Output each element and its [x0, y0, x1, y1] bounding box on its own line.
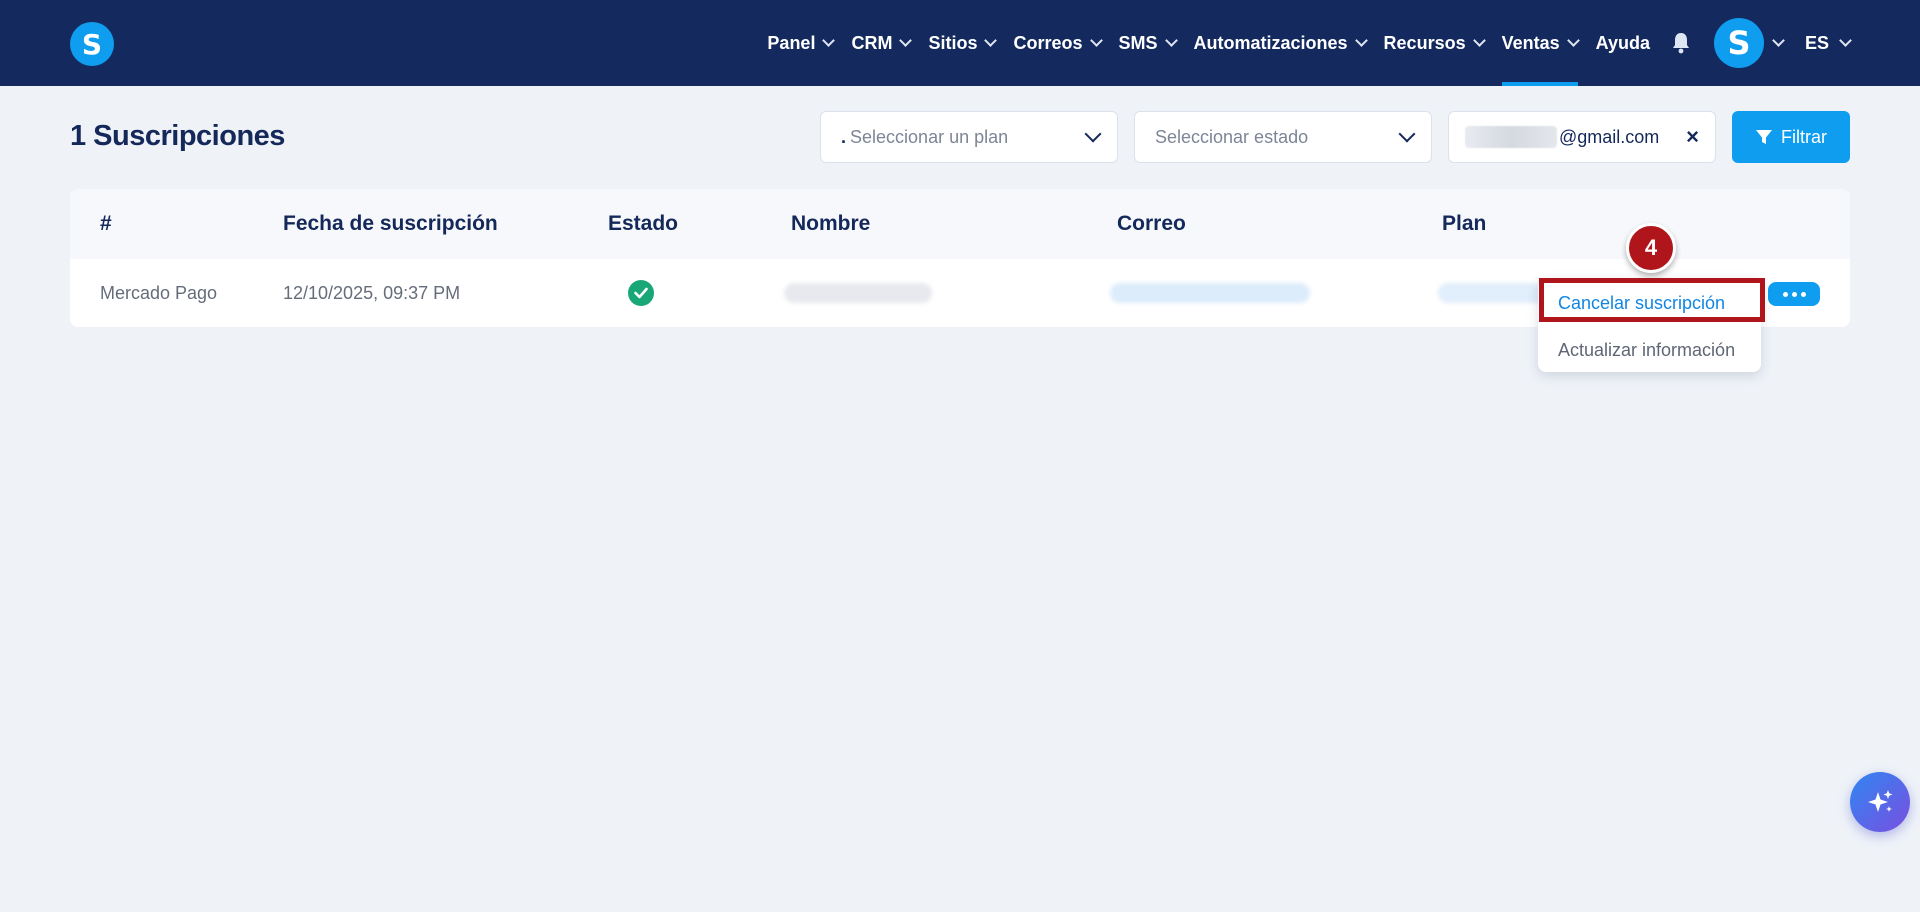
chevron-down-icon [1472, 34, 1486, 47]
column-header-id: # [100, 212, 112, 235]
table-header: # Fecha de suscripción Estado Nombre Cor… [70, 189, 1850, 259]
check-circle-icon [628, 280, 654, 306]
nav-item-ayuda[interactable]: Ayuda [1596, 0, 1650, 86]
nav-label: Automatizaciones [1193, 32, 1348, 53]
state-select-placeholder: Seleccionar estado [1155, 126, 1309, 147]
chevron-down-icon [1354, 34, 1368, 47]
page-title: 1 Suscripciones [70, 120, 285, 152]
avatar-letter: S [1727, 24, 1751, 62]
nav-item-sms[interactable]: SMS [1118, 0, 1178, 86]
nav-item-crm[interactable]: CRM [851, 0, 913, 86]
nav-label: Recursos [1383, 32, 1466, 53]
cell-name [784, 259, 932, 327]
plan-select[interactable]: . Seleccionar un plan [820, 111, 1118, 163]
top-navbar: S Panel CRM Sitios Correos SMS Automatiz… [0, 0, 1920, 86]
plan-select-placeholder: Seleccionar un plan [850, 126, 1009, 147]
chevron-down-icon [1839, 34, 1852, 47]
nav-label: Sitios [928, 32, 978, 53]
row-actions-menu: Cancelar suscripción Actualizar informac… [1538, 278, 1761, 372]
nav-label: Ventas [1501, 32, 1560, 53]
language-label: ES [1804, 32, 1829, 53]
chevron-down-icon [984, 34, 998, 47]
chevron-down-icon [1772, 34, 1785, 47]
nav-item-sitios[interactable]: Sitios [928, 0, 998, 86]
filter-button-label: Filtrar [1781, 126, 1827, 147]
chevron-down-icon [1084, 125, 1102, 143]
nav-label: Panel [767, 32, 816, 53]
filter-icon [1756, 130, 1772, 144]
nav-item-panel[interactable]: Panel [767, 0, 836, 86]
column-header-status: Estado [608, 212, 679, 235]
app-logo[interactable]: S [70, 22, 114, 66]
tutorial-step-badge: 4 [1626, 223, 1676, 273]
chevron-down-icon [1089, 34, 1103, 47]
nav-label: Ayuda [1595, 32, 1650, 53]
cell-id: Mercado Pago [100, 282, 218, 303]
chevron-down-icon [899, 34, 913, 47]
nav-label: SMS [1118, 32, 1158, 53]
sparkle-icon [1868, 790, 1893, 812]
nav-item-automatizaciones[interactable]: Automatizaciones [1193, 0, 1368, 86]
language-selector[interactable]: ES [1804, 32, 1852, 54]
user-menu[interactable]: S [1713, 18, 1785, 68]
column-header-plan: Plan [1442, 212, 1487, 235]
chevron-down-icon [1164, 34, 1178, 47]
redacted-name [784, 283, 932, 303]
row-actions-button[interactable] [1768, 282, 1820, 306]
cell-email [1110, 259, 1310, 327]
bell-icon[interactable] [1670, 32, 1692, 54]
redacted-email-text [1465, 126, 1557, 148]
email-suffix: @gmail.com [1559, 126, 1660, 147]
email-filter-input[interactable]: @gmail.com × [1448, 111, 1716, 163]
column-header-email: Correo [1117, 212, 1186, 235]
nav-item-correos[interactable]: Correos [1013, 0, 1103, 86]
cell-date: 12/10/2025, 09:37 PM [283, 282, 461, 303]
clear-icon[interactable]: × [1686, 124, 1699, 150]
chevron-down-icon [1398, 125, 1416, 143]
avatar: S [1713, 18, 1764, 68]
nav-item-recursos[interactable]: Recursos [1383, 0, 1486, 86]
chevron-down-icon [1566, 34, 1580, 47]
nav-label: Correos [1013, 32, 1083, 53]
chevron-down-icon [822, 34, 836, 47]
plan-prefix: . [841, 126, 847, 147]
column-header-date: Fecha de suscripción [283, 212, 498, 235]
redacted-email [1110, 283, 1310, 303]
more-dot-icon [1782, 291, 1788, 297]
nav-label: CRM [851, 32, 893, 53]
more-dot-icon [1791, 291, 1797, 297]
ai-assistant-button[interactable] [1850, 772, 1910, 832]
filter-button[interactable]: Filtrar [1732, 111, 1850, 163]
state-select[interactable]: Seleccionar estado [1134, 111, 1432, 163]
more-dot-icon [1800, 291, 1806, 297]
nav-item-ventas[interactable]: Ventas [1501, 0, 1580, 86]
cell-status [628, 259, 654, 327]
main-nav: Panel CRM Sitios Correos SMS Automatizac… [749, 0, 1852, 86]
logo-letter: S [81, 27, 103, 61]
menu-item-cancel-subscription[interactable]: Cancelar suscripción [1558, 293, 1725, 314]
redacted-plan [1438, 283, 1548, 303]
cell-plan [1438, 259, 1548, 327]
column-header-name: Nombre [791, 212, 871, 235]
menu-item-update-info[interactable]: Actualizar información [1558, 340, 1735, 361]
